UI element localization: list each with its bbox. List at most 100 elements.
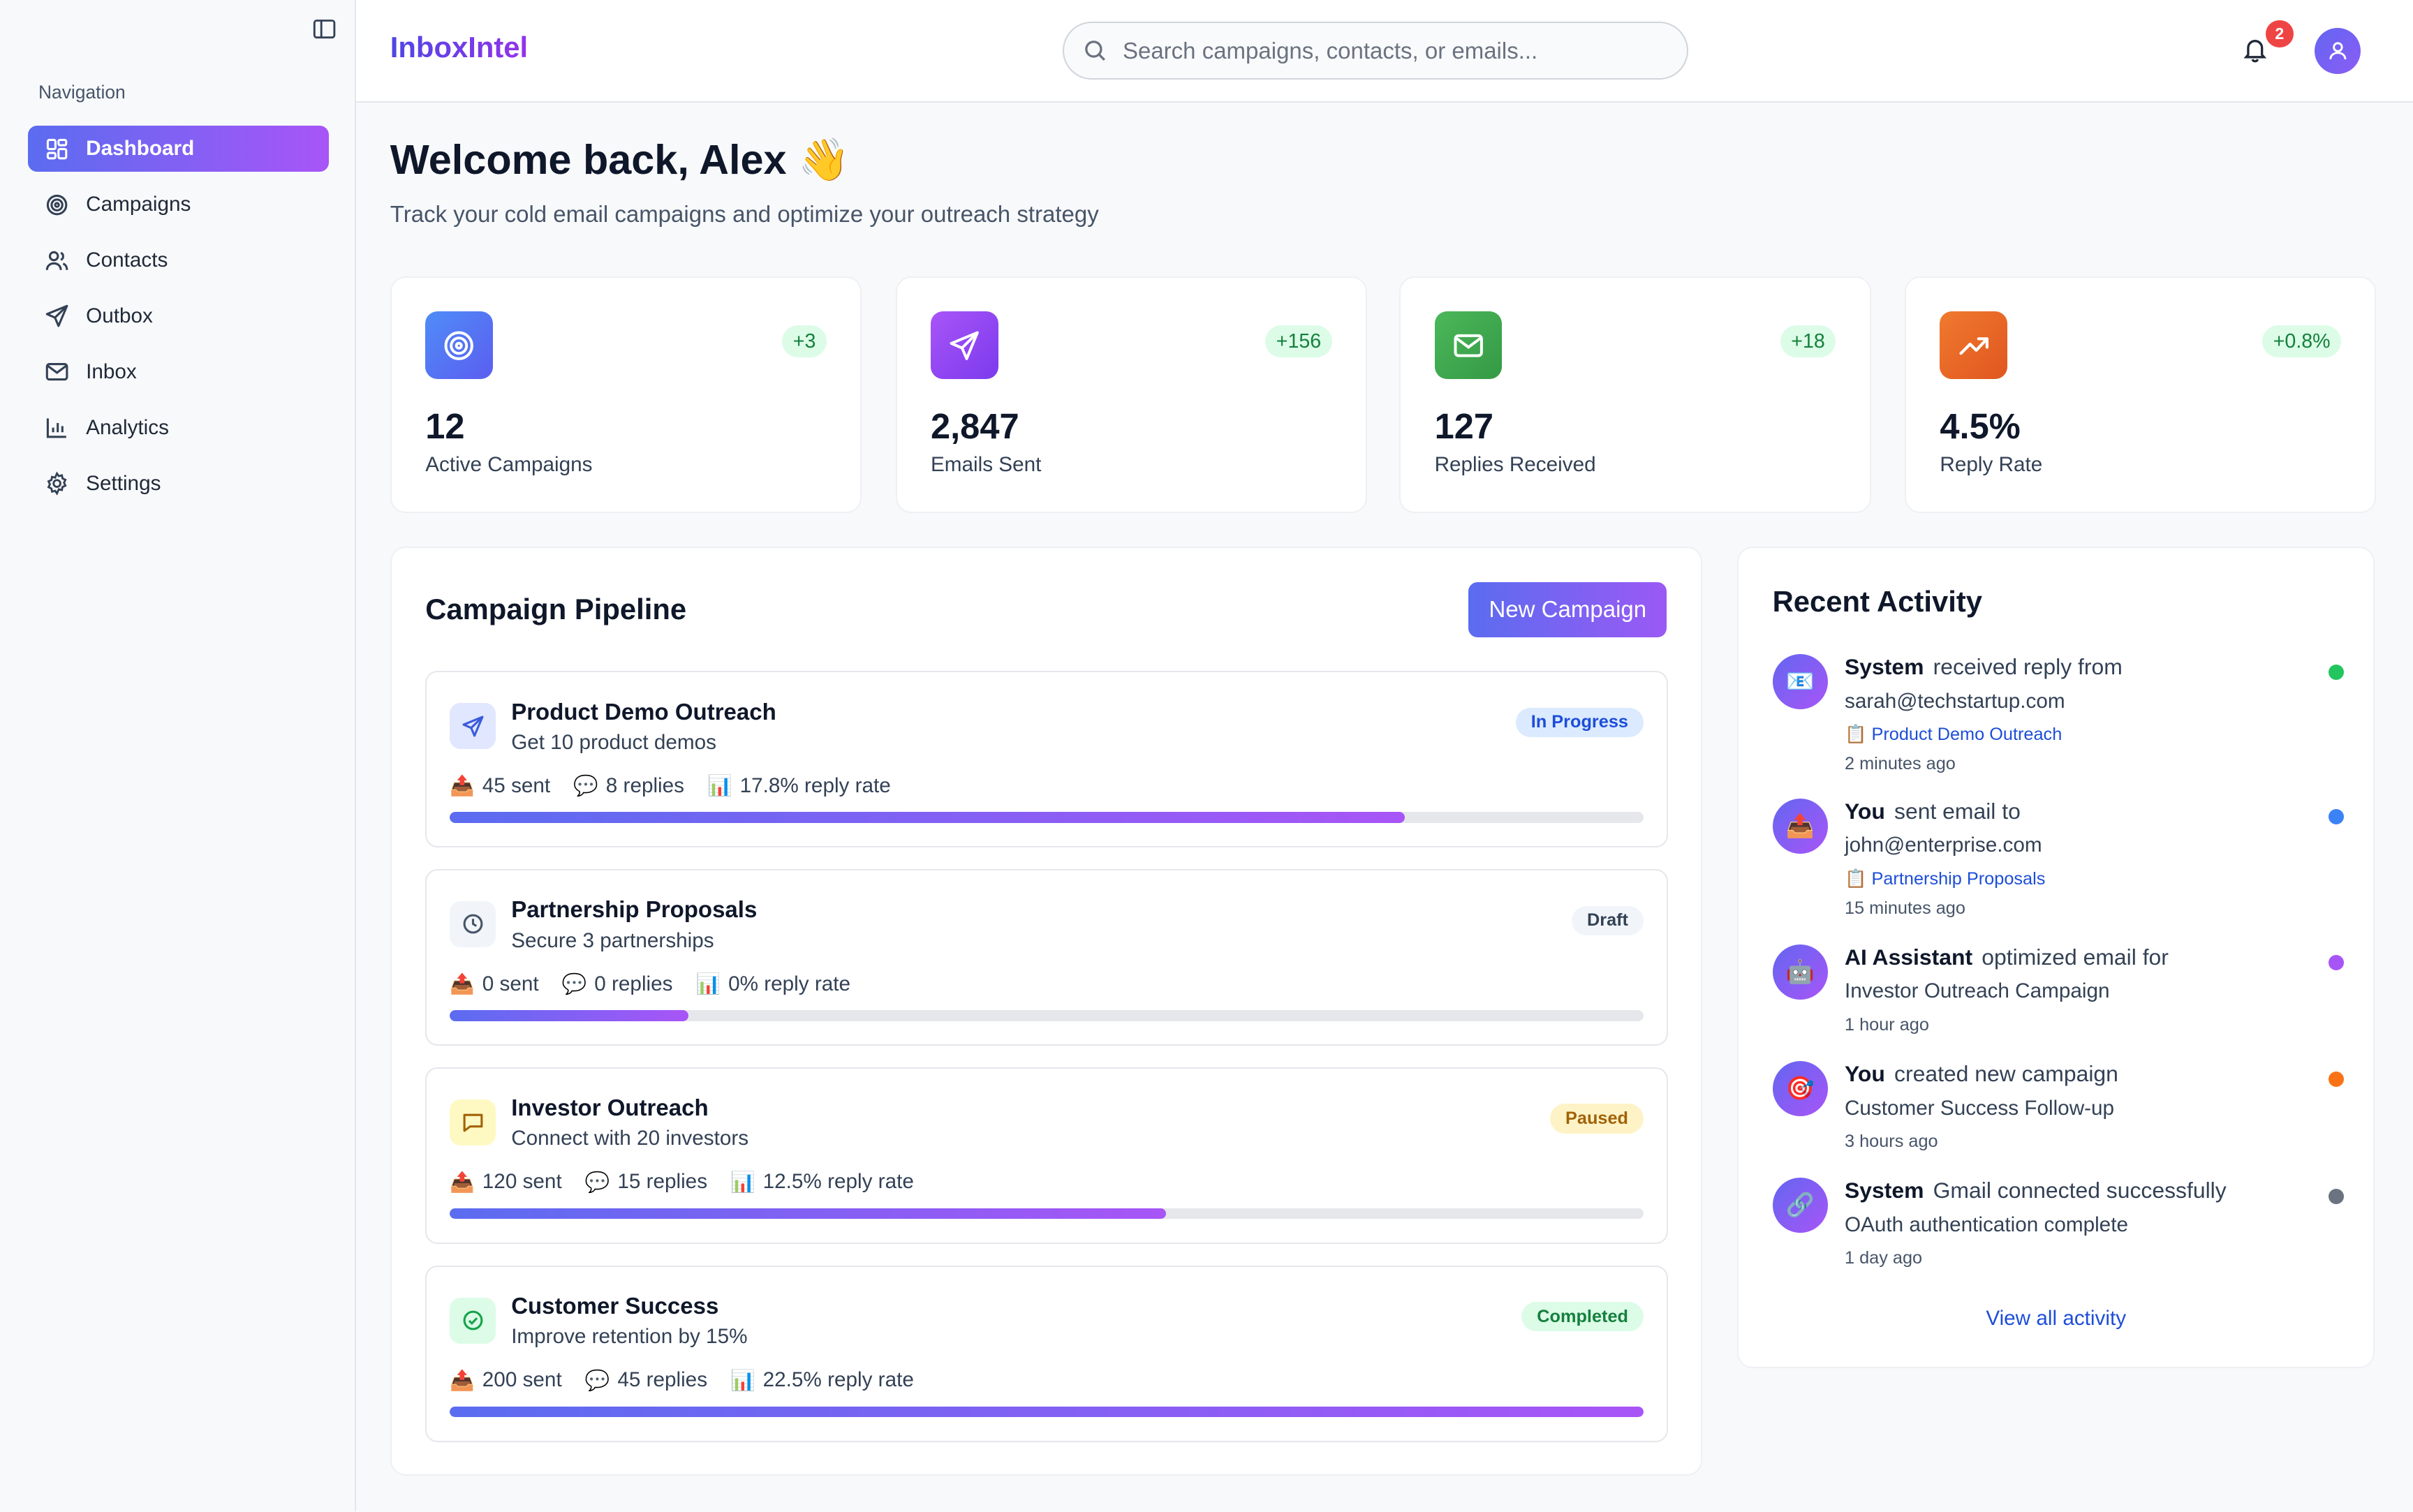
- stat-label: Emails Sent: [930, 452, 1042, 476]
- campaign-card-investor[interactable]: Investor Outreach Connect with 20 invest…: [425, 1067, 1668, 1244]
- activity-title: Recent Activity: [1772, 584, 1982, 618]
- link-icon: 🔗: [1772, 1178, 1828, 1233]
- page-subtitle: Track your cold email campaigns and opti…: [390, 201, 1099, 228]
- search-input[interactable]: [1122, 37, 1645, 64]
- bar-chart-icon: 📊: [707, 775, 732, 798]
- target-icon: 🎯: [1772, 1060, 1828, 1117]
- progress-fill: [450, 1010, 689, 1021]
- gear-icon: [45, 471, 69, 496]
- bar-chart-icon: 📊: [695, 973, 721, 996]
- speech-bubble-icon: 💬: [584, 1369, 610, 1392]
- sent-metric: 📤 120 sent: [450, 1170, 562, 1194]
- campaign-card-partnership[interactable]: Partnership Proposals Secure 3 partnersh…: [425, 868, 1668, 1046]
- stat-card-emails-sent: +156 2,847 Emails Sent: [895, 276, 1367, 513]
- stat-value: 4.5%: [1940, 406, 2021, 446]
- outbox-tray-icon: 📤: [450, 775, 475, 798]
- campaign-goal: Get 10 product demos: [511, 730, 716, 754]
- campaign-card-customer-success[interactable]: Customer Success Improve retention by 15…: [425, 1265, 1668, 1442]
- stat-delta: +18: [1780, 325, 1836, 358]
- sidebar-item-inbox[interactable]: Inbox: [28, 349, 329, 395]
- search-bar[interactable]: [1063, 21, 1688, 80]
- target-icon: [45, 193, 69, 217]
- campaign-goal: Secure 3 partnerships: [511, 928, 714, 952]
- sidebar-item-label: Settings: [86, 471, 161, 495]
- sidebar-item-analytics[interactable]: Analytics: [28, 405, 329, 451]
- bell-icon[interactable]: [2241, 36, 2269, 64]
- stat-delta: +0.8%: [2262, 325, 2341, 358]
- sidebar-item-dashboard[interactable]: Dashboard: [27, 126, 329, 172]
- activity-actor: AI Assistant: [1844, 944, 1973, 970]
- replies-metric: 💬 45 replies: [584, 1368, 708, 1392]
- speech-bubble-icon: 💬: [561, 973, 587, 996]
- envelope-icon: 📧: [1772, 653, 1828, 710]
- sidebar-item-label: Dashboard: [86, 137, 195, 161]
- campaign-goal: Connect with 20 investors: [511, 1127, 749, 1150]
- new-campaign-button[interactable]: New Campaign: [1468, 581, 1667, 637]
- stat-value: 127: [1434, 406, 1493, 446]
- sent-metric: 📤 0 sent: [450, 972, 539, 996]
- sidebar: Navigation Dashboard Campaigns Contacts: [0, 0, 357, 1511]
- campaign-metrics: 📤 0 sent 💬 0 replies 📊 0% reply rate: [450, 972, 850, 996]
- sidebar-item-label: Analytics: [86, 415, 169, 439]
- activity-action: sent email to: [1894, 798, 2021, 824]
- sent-metric: 📤 200 sent: [450, 1368, 562, 1392]
- notification-badge: 2: [2265, 20, 2294, 48]
- sidebar-item-campaigns[interactable]: Campaigns: [28, 181, 329, 228]
- mail-icon: [45, 360, 69, 384]
- view-all-activity-link[interactable]: View all activity: [1739, 1307, 2373, 1331]
- trending-up-icon: [1940, 311, 2008, 380]
- message-icon: [450, 1099, 496, 1146]
- replies-metric: 💬 15 replies: [584, 1170, 708, 1194]
- progress-fill: [450, 812, 1405, 823]
- sidebar-item-contacts[interactable]: Contacts: [28, 237, 329, 283]
- recent-activity-panel: Recent Activity 📧 System received reply f…: [1737, 547, 2375, 1369]
- stat-value: 12: [425, 406, 465, 446]
- activity-action: received reply from: [1933, 653, 2123, 679]
- reply-rate-metric: 📊 12.5% reply rate: [730, 1170, 914, 1194]
- outbox-tray-icon: 📤: [1772, 798, 1828, 854]
- activity-action: optimized email for: [1982, 944, 2169, 970]
- campaign-name: Investor Outreach: [511, 1095, 709, 1121]
- clock-icon: [450, 900, 496, 947]
- activity-campaign-link[interactable]: 📋 Product Demo Outreach: [1845, 725, 2062, 745]
- activity-detail: OAuth authentication complete: [1844, 1213, 2128, 1236]
- avatar[interactable]: [2315, 27, 2361, 74]
- progress-fill: [450, 1208, 1167, 1220]
- sidebar-toggle-icon[interactable]: [310, 15, 338, 43]
- sidebar-item-outbox[interactable]: Outbox: [28, 293, 329, 339]
- robot-icon: 🤖: [1772, 944, 1828, 1000]
- target-icon: [425, 311, 493, 380]
- replies-metric: 💬 0 replies: [561, 972, 673, 996]
- bar-chart-icon: [45, 415, 69, 440]
- speech-bubble-icon: 💬: [573, 775, 598, 798]
- brand-logo[interactable]: InboxIntel: [390, 31, 528, 64]
- stat-label: Replies Received: [1434, 452, 1596, 476]
- activity-time: 3 hours ago: [1844, 1132, 1938, 1152]
- activity-detail: john@enterprise.com: [1844, 833, 2042, 857]
- search-icon: [1083, 38, 1107, 63]
- reply-rate-metric: 📊 17.8% reply rate: [707, 773, 891, 798]
- activity-time: 1 hour ago: [1844, 1014, 1929, 1035]
- sidebar-item-settings[interactable]: Settings: [28, 461, 329, 507]
- status-dot: [2328, 1188, 2344, 1204]
- reply-rate-metric: 📊 0% reply rate: [695, 972, 851, 996]
- activity-actor: You: [1844, 798, 1885, 824]
- activity-actor: You: [1844, 1060, 1885, 1086]
- status-badge: In Progress: [1515, 707, 1644, 737]
- status-dot: [2328, 1072, 2344, 1088]
- activity-campaign-link[interactable]: 📋 Partnership Proposals: [1845, 869, 2045, 889]
- campaign-card-product-demo[interactable]: Product Demo Outreach Get 10 product dem…: [425, 671, 1668, 848]
- status-badge: Completed: [1521, 1302, 1644, 1332]
- status-badge: Paused: [1550, 1104, 1644, 1134]
- sidebar-item-label: Campaigns: [86, 193, 191, 216]
- progress-bar: [450, 1010, 1644, 1021]
- nav-heading: Navigation: [38, 81, 126, 103]
- activity-detail: Customer Success Follow-up: [1844, 1096, 2115, 1120]
- activity-time: 1 day ago: [1844, 1248, 1923, 1268]
- send-icon: [930, 311, 998, 380]
- activity-action: created new campaign: [1894, 1060, 2118, 1086]
- stat-card-reply-rate: +0.8% 4.5% Reply Rate: [1905, 276, 2377, 513]
- grid-icon: [45, 137, 69, 161]
- stat-delta: +3: [782, 325, 827, 358]
- sidebar-item-label: Inbox: [86, 360, 137, 383]
